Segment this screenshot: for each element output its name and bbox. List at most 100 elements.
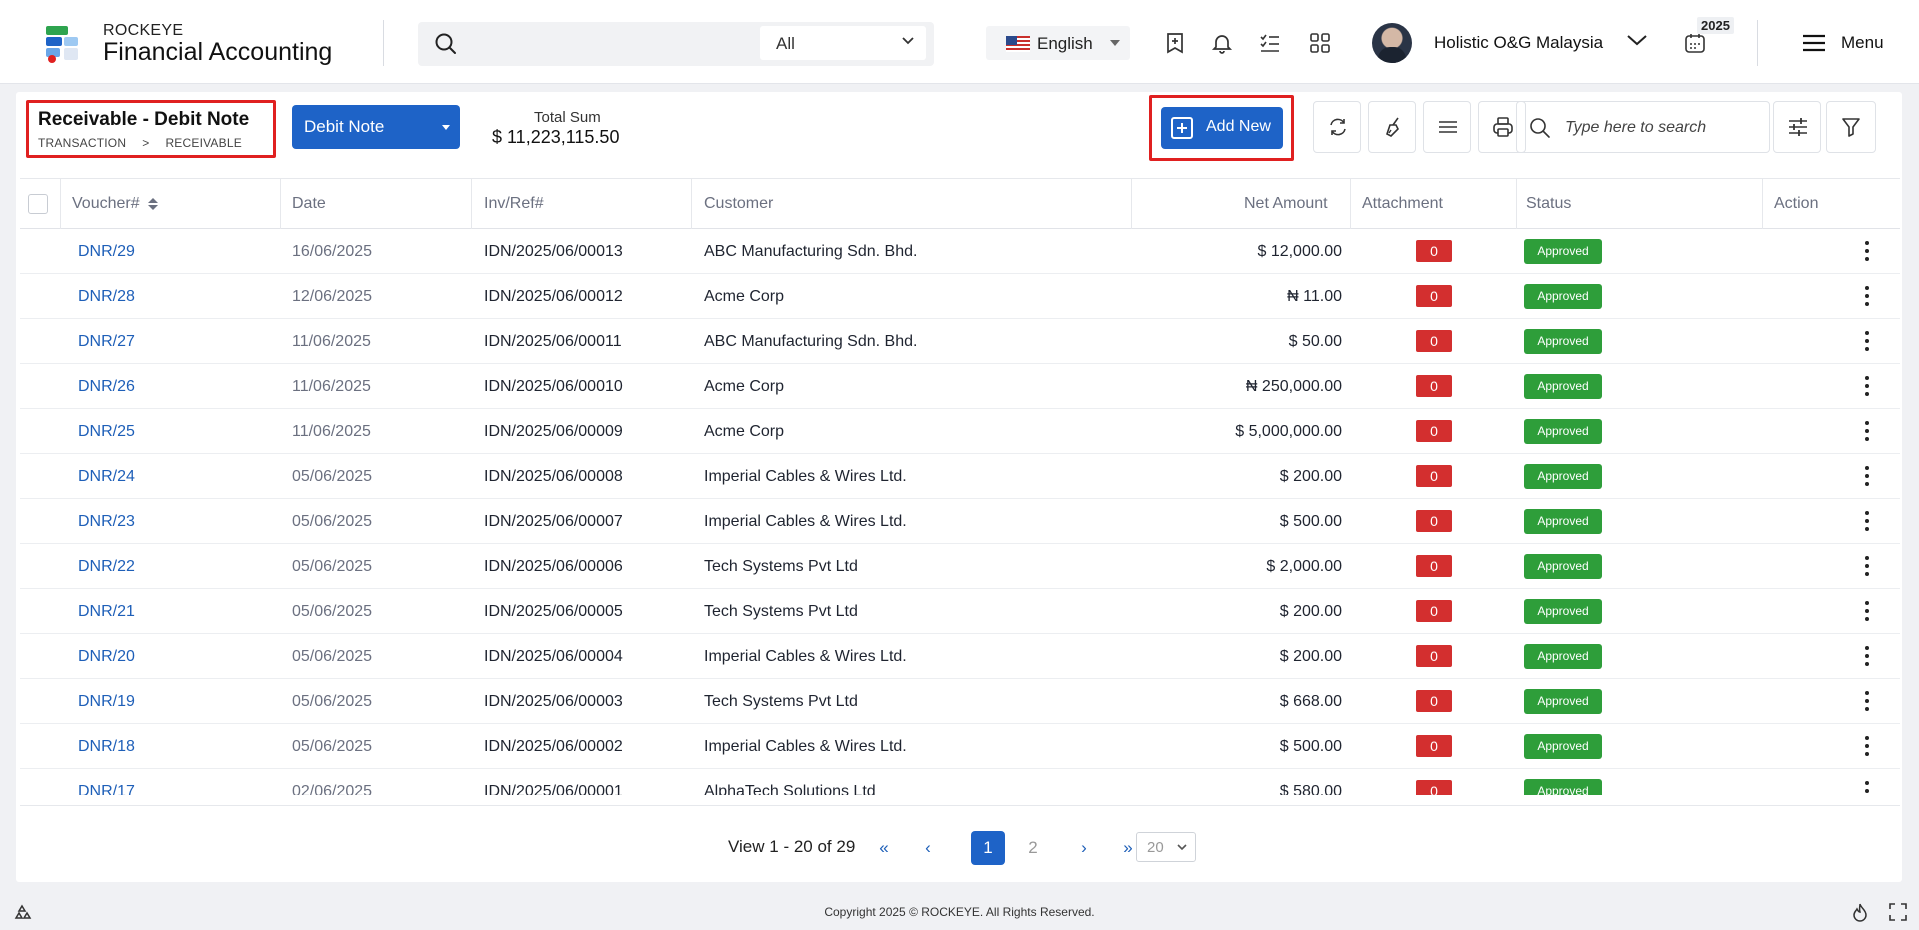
column-settings-button[interactable] [1773, 101, 1821, 153]
app-title: Financial Accounting [103, 38, 333, 66]
voucher-link[interactable]: DNR/26 [78, 364, 135, 409]
first-page-button[interactable]: « [872, 831, 896, 865]
table-row[interactable]: DNR/25 11/06/2025 IDN/2025/06/00009 Acme Co… [20, 409, 1900, 454]
refresh-button[interactable] [1313, 101, 1361, 153]
table-row[interactable]: DNR/19 05/06/2025 IDN/2025/06/00003 Tech Sy… [20, 679, 1900, 724]
inv-ref-cell: IDN/2025/06/00012 [484, 288, 623, 305]
document-type-select[interactable]: Debit Note [292, 105, 460, 149]
row-actions-icon[interactable] [1864, 556, 1870, 578]
page-2-button[interactable]: 2 [1023, 831, 1043, 865]
table-row[interactable]: DNR/26 11/06/2025 IDN/2025/06/00010 Acme Co… [20, 364, 1900, 409]
add-new-button[interactable]: Add New [1161, 107, 1283, 149]
attachment-badge[interactable]: 0 [1416, 690, 1452, 712]
attachment-badge[interactable]: 0 [1416, 780, 1452, 795]
next-page-button[interactable]: › [1074, 831, 1094, 865]
row-actions-icon[interactable] [1864, 736, 1870, 758]
header-divider [1757, 20, 1758, 66]
voucher-link[interactable]: DNR/27 [78, 319, 135, 364]
breadcrumb-receivable[interactable]: RECEIVABLE [165, 136, 241, 150]
apps-grid-icon[interactable] [1308, 31, 1332, 55]
checklist-icon[interactable] [1258, 31, 1282, 55]
attachment-badge[interactable]: 0 [1416, 420, 1452, 442]
column-separator [280, 179, 281, 229]
bookmark-add-icon[interactable] [1163, 31, 1187, 55]
voucher-link[interactable]: DNR/17 [78, 769, 135, 795]
table-row[interactable]: DNR/18 05/06/2025 IDN/2025/06/00002 Imperia… [20, 724, 1900, 769]
voucher-link[interactable]: DNR/20 [78, 634, 135, 679]
language-select[interactable]: English [986, 26, 1130, 60]
voucher-link[interactable]: DNR/25 [78, 409, 135, 454]
sliders-icon [1789, 118, 1807, 136]
row-actions-icon[interactable] [1864, 286, 1870, 308]
table-row[interactable]: DNR/22 05/06/2025 IDN/2025/06/00006 Tech Sy… [20, 544, 1900, 589]
fire-icon[interactable] [1851, 903, 1869, 923]
table-row[interactable]: DNR/28 12/06/2025 IDN/2025/06/00012 Acme Co… [20, 274, 1900, 319]
table-row[interactable]: DNR/29 16/06/2025 IDN/2025/06/00013 ABC Man… [20, 229, 1900, 274]
voucher-link[interactable]: DNR/21 [78, 589, 135, 634]
column-date[interactable]: Date [292, 179, 326, 229]
table-row[interactable]: DNR/21 05/06/2025 IDN/2025/06/00005 Tech Sy… [20, 589, 1900, 634]
attachment-badge[interactable]: 0 [1416, 510, 1452, 532]
column-status[interactable]: Status [1526, 179, 1571, 229]
attachment-badge[interactable]: 0 [1416, 240, 1452, 262]
page-size-select[interactable]: 20 [1136, 832, 1196, 862]
row-actions-icon[interactable] [1864, 646, 1870, 668]
voucher-link[interactable]: DNR/22 [78, 544, 135, 589]
filter-button[interactable] [1826, 101, 1876, 153]
attachment-badge[interactable]: 0 [1416, 375, 1452, 397]
hamburger-menu-icon[interactable] [1801, 33, 1827, 53]
menu-button[interactable]: Menu [1841, 33, 1884, 53]
row-actions-icon[interactable] [1864, 421, 1870, 443]
column-customer[interactable]: Customer [704, 179, 773, 229]
search-scope-select[interactable]: All [760, 26, 926, 60]
attachment-badge[interactable]: 0 [1416, 645, 1452, 667]
table-row[interactable]: DNR/24 05/06/2025 IDN/2025/06/00008 Imperia… [20, 454, 1900, 499]
columns-menu-button[interactable] [1423, 101, 1471, 153]
sort-icon[interactable] [148, 198, 158, 210]
attachment-badge[interactable]: 0 [1416, 600, 1452, 622]
voucher-link[interactable]: DNR/18 [78, 724, 135, 769]
row-actions-icon[interactable] [1864, 691, 1870, 713]
table-search-input[interactable] [1565, 114, 1761, 142]
global-search[interactable]: All [418, 22, 934, 66]
page-1-button[interactable]: 1 [971, 831, 1005, 865]
row-actions-icon[interactable] [1864, 241, 1870, 263]
company-name[interactable]: Holistic O&G Malaysia [1434, 33, 1603, 53]
chevron-down-icon[interactable] [1626, 33, 1648, 47]
clear-filters-button[interactable] [1368, 101, 1416, 153]
column-net-amount[interactable]: Net Amount [1244, 179, 1328, 229]
attachment-badge[interactable]: 0 [1416, 330, 1452, 352]
calendar-icon[interactable] [1684, 32, 1706, 54]
table-search[interactable] [1516, 101, 1770, 153]
table-row[interactable]: DNR/20 05/06/2025 IDN/2025/06/00004 Imperia… [20, 634, 1900, 679]
breadcrumb-transaction[interactable]: TRANSACTION [38, 136, 126, 150]
column-voucher[interactable]: Voucher# [72, 179, 140, 229]
status-badge: Approved [1524, 734, 1602, 759]
fullscreen-icon[interactable] [1889, 903, 1907, 921]
bell-icon[interactable] [1210, 31, 1234, 55]
column-attachment[interactable]: Attachment [1362, 179, 1443, 229]
attachment-badge[interactable]: 0 [1416, 735, 1452, 757]
prev-page-button[interactable]: ‹ [918, 831, 938, 865]
avatar[interactable] [1372, 23, 1412, 63]
voucher-link[interactable]: DNR/28 [78, 274, 135, 319]
select-all-checkbox[interactable] [28, 194, 48, 214]
table-row[interactable]: DNR/23 05/06/2025 IDN/2025/06/00007 Imperia… [20, 499, 1900, 544]
attachment-badge[interactable]: 0 [1416, 465, 1452, 487]
voucher-link[interactable]: DNR/23 [78, 499, 135, 544]
row-actions-icon[interactable] [1864, 601, 1870, 623]
attachment-badge[interactable]: 0 [1416, 285, 1452, 307]
row-actions-icon[interactable] [1864, 376, 1870, 398]
column-inv-ref[interactable]: Inv/Ref# [484, 179, 544, 229]
voucher-link[interactable]: DNR/19 [78, 679, 135, 724]
row-actions-icon[interactable] [1864, 331, 1870, 353]
table-row[interactable]: DNR/17 02/06/2025 IDN/2025/06/00001 AlphaTe… [20, 769, 1900, 795]
row-actions-icon[interactable] [1864, 511, 1870, 533]
voucher-link[interactable]: DNR/29 [78, 229, 135, 274]
status-badge: Approved [1524, 779, 1602, 795]
voucher-link[interactable]: DNR/24 [78, 454, 135, 499]
table-row[interactable]: DNR/27 11/06/2025 IDN/2025/06/00011 ABC Man… [20, 319, 1900, 364]
attachment-badge[interactable]: 0 [1416, 555, 1452, 577]
row-actions-icon[interactable] [1864, 781, 1870, 795]
row-actions-icon[interactable] [1864, 466, 1870, 488]
